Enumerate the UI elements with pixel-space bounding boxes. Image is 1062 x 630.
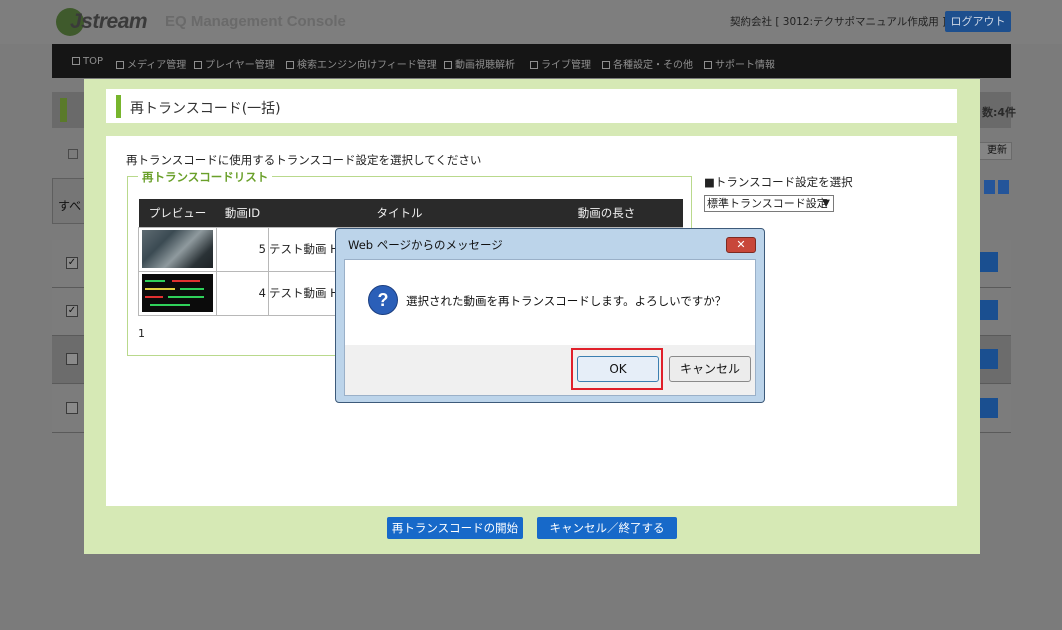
col-title: タイトル bbox=[268, 199, 531, 227]
nav-box-icon bbox=[286, 61, 294, 69]
dialog-message: 選択された動画を再トランスコードします。よろしいですか？ bbox=[406, 294, 727, 308]
question-icon: ? bbox=[368, 285, 398, 315]
nav-item-feed[interactable]: 検索エンジン向けフィード管理 bbox=[286, 56, 437, 71]
dialog-title: Web ページからのメッセージ bbox=[348, 238, 503, 252]
start-retranscode-button[interactable]: 再トランスコードの開始 bbox=[387, 517, 523, 539]
confirm-dialog: Web ページからのメッセージ ✕ ? 選択された動画を再トランスコードします。… bbox=[335, 228, 765, 403]
chevron-down-icon: ▼ bbox=[822, 198, 830, 209]
preview-cell bbox=[138, 270, 217, 316]
prev-arrow-icon[interactable] bbox=[984, 180, 995, 194]
select-all-checkbox[interactable] bbox=[68, 149, 78, 159]
transcode-setting-value: 標準トランスコード設定 bbox=[707, 197, 828, 210]
nav-box-icon bbox=[72, 57, 80, 65]
video-id: 5 bbox=[216, 226, 269, 272]
page-header: Jstream EQ Management Console 契約会社 [ 301… bbox=[0, 0, 1062, 44]
dialog-message-area: ? 選択された動画を再トランスコードします。よろしいですか？ bbox=[345, 260, 755, 345]
col-video-id: 動画ID bbox=[216, 199, 269, 227]
ok-button[interactable]: OK bbox=[577, 356, 659, 382]
nav-item-live[interactable]: ライブ管理 bbox=[530, 56, 591, 71]
row-checkbox[interactable]: ✓ bbox=[66, 257, 78, 269]
console-title: EQ Management Console bbox=[165, 13, 346, 30]
nav-box-icon bbox=[194, 61, 202, 69]
contract-info: 契約会社 [ 3012:テクサポマニュアル作成用 ] bbox=[730, 16, 947, 28]
tab-all-label: すべ bbox=[58, 199, 82, 213]
list-legend: 再トランスコードリスト bbox=[138, 169, 273, 185]
cancel-button[interactable]: キャンセル bbox=[669, 356, 751, 382]
logo-text: Jstream bbox=[70, 10, 148, 33]
row-checkbox[interactable] bbox=[66, 402, 78, 414]
nav-box-icon bbox=[602, 61, 610, 69]
nav-box-icon bbox=[116, 61, 124, 69]
modal-title: 再トランスコード(一括) bbox=[130, 101, 281, 117]
nav-box-icon bbox=[704, 61, 712, 69]
nav-item-settings[interactable]: 各種設定・その他 bbox=[602, 56, 693, 71]
page-number[interactable]: 1 bbox=[138, 327, 145, 340]
cancel-end-button[interactable]: キャンセル／終了する bbox=[537, 517, 677, 539]
video-thumbnail bbox=[142, 230, 213, 268]
instruction-text: 再トランスコードに使用するトランスコード設定を選択してください bbox=[126, 153, 482, 167]
preview-cell bbox=[138, 226, 217, 272]
nav-item-analytics[interactable]: 動画視聴解析 bbox=[444, 56, 515, 71]
transcode-setting-select[interactable]: 標準トランスコード設定 ▼ bbox=[704, 195, 834, 212]
nav-box-icon bbox=[444, 61, 452, 69]
video-thumbnail bbox=[142, 274, 213, 312]
close-icon[interactable]: ✕ bbox=[726, 237, 756, 253]
col-length: 動画の長さ bbox=[530, 199, 683, 227]
nav-item-media[interactable]: メディア管理 bbox=[116, 56, 186, 71]
transcode-setting-label: ■トランスコード設定を選択 bbox=[704, 175, 853, 189]
nav-box-icon bbox=[530, 61, 538, 69]
col-preview: プレビュー bbox=[138, 199, 217, 227]
video-id: 4 bbox=[216, 270, 269, 316]
nav-item-support[interactable]: サポート情報 bbox=[704, 56, 775, 71]
dialog-content: ? 選択された動画を再トランスコードします。よろしいですか？ OK キャンセル bbox=[344, 259, 756, 396]
row-checkbox[interactable] bbox=[66, 353, 78, 365]
next-arrow-icon[interactable] bbox=[998, 180, 1009, 194]
modal-title-bar: 再トランスコード(一括) bbox=[106, 89, 957, 123]
nav-item-top[interactable]: TOP bbox=[72, 56, 103, 67]
item-count: 数:4件 bbox=[982, 106, 1017, 119]
title-accent bbox=[116, 95, 121, 118]
section-accent bbox=[60, 98, 67, 122]
row-checkbox[interactable]: ✓ bbox=[66, 305, 78, 317]
jstream-logo: Jstream bbox=[56, 6, 148, 36]
nav-item-player[interactable]: プレイヤー管理 bbox=[194, 56, 275, 71]
logout-button[interactable]: ログアウト bbox=[945, 11, 1011, 32]
main-nav: TOP メディア管理 プレイヤー管理 検索エンジン向けフィード管理 動画視聴解析… bbox=[52, 44, 1011, 78]
